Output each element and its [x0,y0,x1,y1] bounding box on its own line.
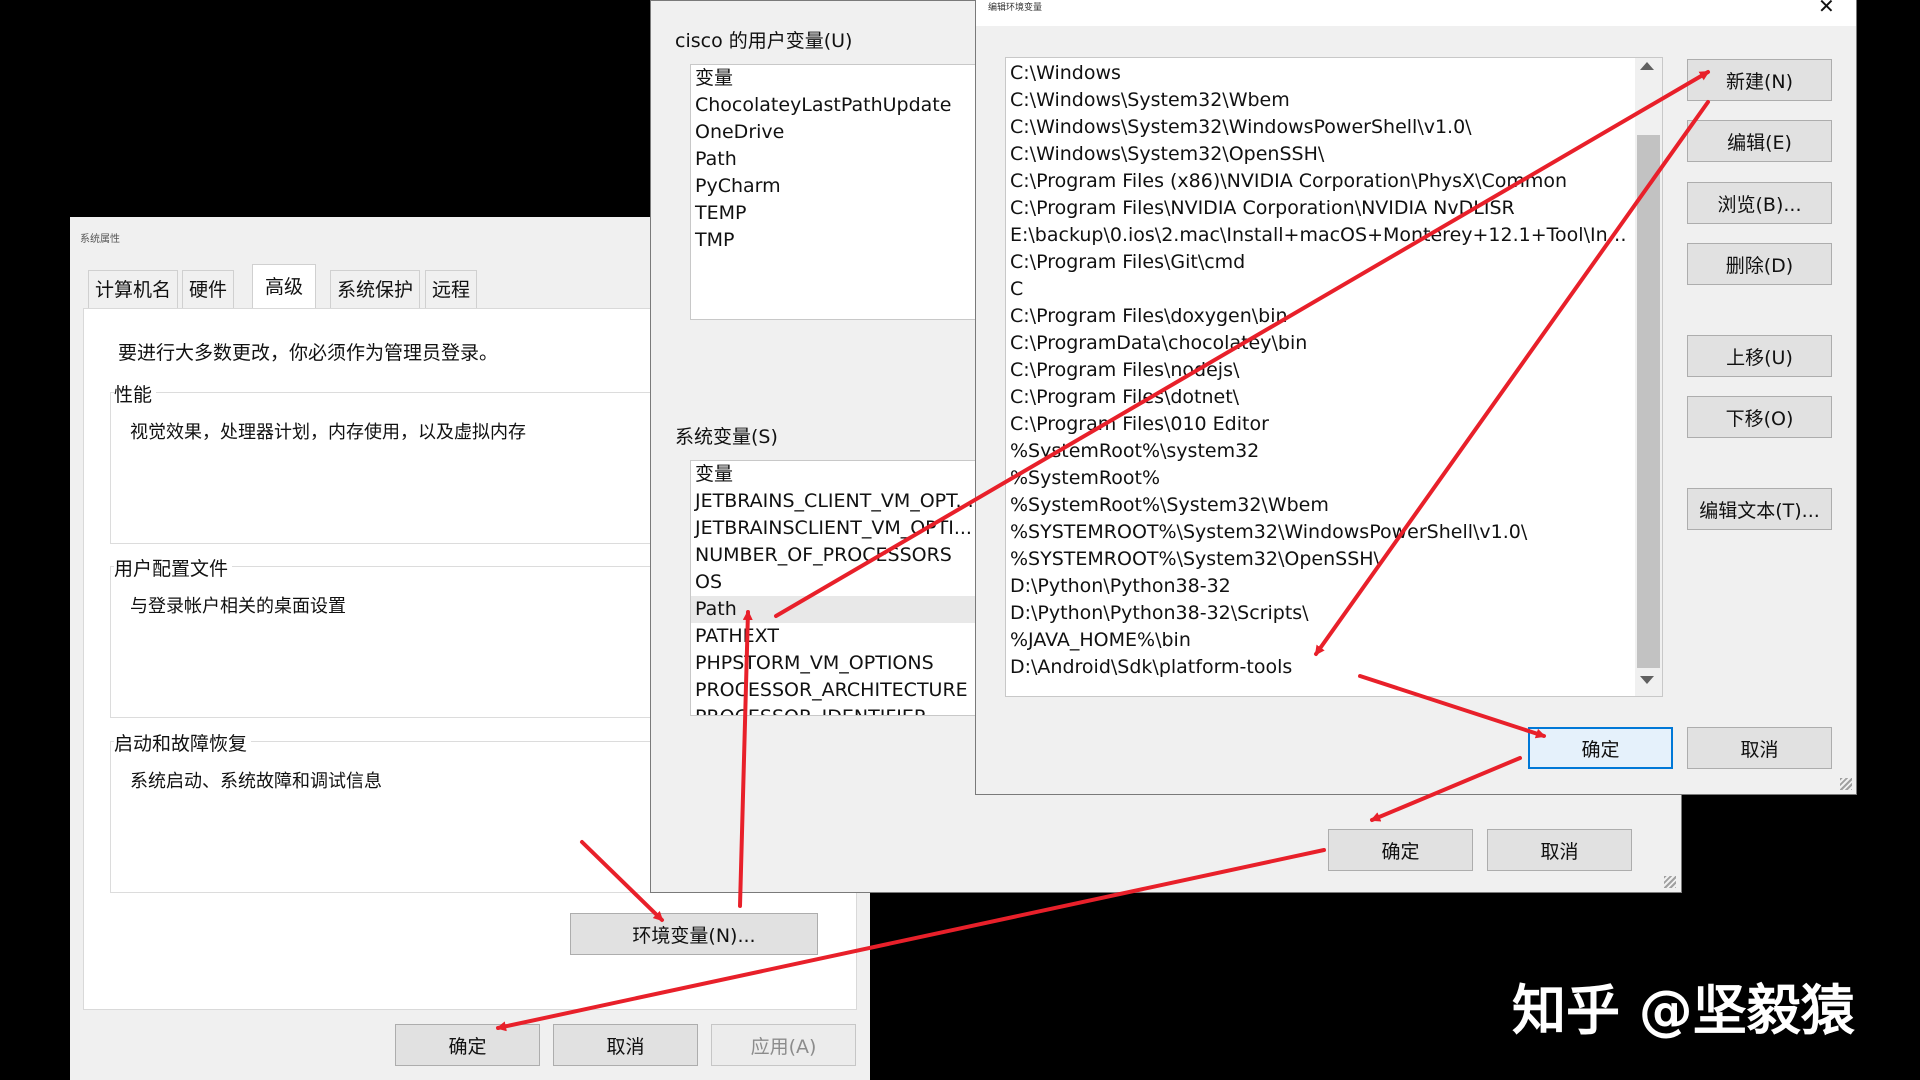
edit-text-button[interactable]: 编辑文本(T)... [1687,488,1832,530]
close-icon[interactable]: ✕ [1818,0,1835,18]
browse-button[interactable]: 浏览(B)... [1687,182,1832,224]
delete-button[interactable]: 删除(D) [1687,243,1832,285]
tab-computer-name[interactable]: 计算机名 [88,270,179,309]
system-vars-section-label: 系统变量(S) [675,426,778,448]
system-var-row-selected[interactable]: Path [691,596,1009,623]
path-entry[interactable]: %SystemRoot%\system32 [1006,438,1630,465]
path-entry[interactable]: D:\Python\Python38-32\Scripts\ [1006,600,1630,627]
path-entry[interactable]: %SYSTEMROOT%\System32\WindowsPowerShell\… [1006,519,1630,546]
path-entry[interactable]: C:\Program Files\dotnet\ [1006,384,1630,411]
path-entry[interactable]: C:\Program Files\doxygen\bin [1006,303,1630,330]
env-vars-ok-button[interactable]: 确定 [1328,829,1473,871]
path-entry[interactable]: C:\Program Files\010 Editor [1006,411,1630,438]
path-entries-list: C:\Windows C:\Windows\System32\Wbem C:\W… [1005,57,1663,697]
path-entry[interactable]: %JAVA_HOME%\bin [1006,627,1630,654]
user-profile-title: 用户配置文件 [114,554,233,581]
system-var-row[interactable]: JETBRAINSCLIENT_VM_OPTI... [691,515,1009,542]
tab-system-protection[interactable]: 系统保护 [330,270,421,309]
admin-notice: 要进行大多数更改，你必须作为管理员登录。 [118,342,499,364]
system-var-row[interactable]: JETBRAINS_CLIENT_VM_OPT... [691,488,1009,515]
system-var-row[interactable]: PATHEXT [691,623,1009,650]
user-vars-header: 变量 [695,67,734,89]
system-var-row[interactable]: PROCESSOR_ARCHITECTURE [691,677,1009,704]
user-var-row[interactable]: TMP [691,227,1009,254]
new-button[interactable]: 新建(N) [1687,59,1832,101]
path-entry[interactable]: C:\Windows\System32\WindowsPowerShell\v1… [1006,114,1630,141]
path-entry[interactable]: C:\Windows\System32\OpenSSH\ [1006,141,1630,168]
environment-variables-button[interactable]: 环境变量(N)... [570,913,818,955]
scroll-down-icon[interactable] [1640,676,1654,684]
user-var-row[interactable]: Path [691,146,1009,173]
path-rows-container: C:\Windows C:\Windows\System32\Wbem C:\W… [1006,58,1662,681]
path-list-scroll-thumb[interactable] [1637,135,1660,668]
system-properties-title: 系统属性 [80,234,120,245]
startup-title: 启动和故障恢复 [114,729,252,756]
tab-advanced[interactable]: 高级 [252,264,317,309]
performance-title: 性能 [114,380,157,407]
user-vars-list: 变量 ChocolateyLastPathUpdate OneDrive Pat… [690,64,1010,320]
user-var-row[interactable]: ChocolateyLastPathUpdate [691,92,1009,119]
edit-button[interactable]: 编辑(E) [1687,120,1832,162]
tab-remote[interactable]: 远程 [425,270,478,309]
system-var-row[interactable]: OS [691,569,1009,596]
path-entry[interactable]: C:\Program Files\NVIDIA Corporation\NVID… [1006,195,1630,222]
env-vars-cancel-button[interactable]: 取消 [1487,829,1632,871]
edit-env-title: 编辑环境变量 [988,3,1043,13]
user-var-row[interactable]: TEMP [691,200,1009,227]
user-profile-desc: 与登录帐户相关的桌面设置 [130,596,346,617]
edit-env-cancel-button[interactable]: 取消 [1687,727,1832,769]
path-entry[interactable]: C:\ProgramData\chocolatey\bin [1006,330,1630,357]
move-up-button[interactable]: 上移(U) [1687,335,1832,377]
path-entry[interactable]: C:\Windows [1006,60,1630,87]
sys-props-ok-button[interactable]: 确定 [395,1024,540,1066]
scroll-up-icon[interactable] [1640,62,1654,70]
resize-grip-icon[interactable] [1664,876,1676,888]
user-var-row[interactable]: OneDrive [691,119,1009,146]
path-entry[interactable]: %SystemRoot% [1006,465,1630,492]
path-entry[interactable]: C [1006,276,1630,303]
watermark: 知乎 @坚毅猿 [1512,979,1855,1042]
edit-env-ok-button[interactable]: 确定 [1528,727,1673,769]
sys-props-apply-button[interactable]: 应用(A) [711,1024,856,1066]
user-vars-section-label: cisco 的用户变量(U) [675,30,853,52]
user-var-row[interactable]: PyCharm [691,173,1009,200]
sys-props-cancel-button[interactable]: 取消 [553,1024,698,1066]
path-entry[interactable]: C:\Program Files\Git\cmd [1006,249,1630,276]
system-var-row[interactable]: PHPSTORM_VM_OPTIONS [691,650,1009,677]
path-entry[interactable]: D:\Python\Python38-32 [1006,573,1630,600]
system-vars-list: 变量 JETBRAINS_CLIENT_VM_OPT... JETBRAINSC… [690,460,1010,716]
path-entry[interactable]: %SystemRoot%\System32\Wbem [1006,492,1630,519]
edit-env-resize-grip-icon[interactable] [1840,778,1852,790]
performance-desc: 视觉效果，处理器计划，内存使用，以及虚拟内存 [130,422,526,443]
startup-desc: 系统启动、系统故障和调试信息 [130,771,382,792]
system-vars-header: 变量 [695,463,734,485]
path-entry[interactable]: D:\Android\Sdk\platform-tools [1006,654,1630,681]
edit-env-title-bar [976,0,1856,26]
path-entry[interactable]: E:\backup\0.ios\2.mac\Install+macOS+Mont… [1006,222,1630,249]
path-entry[interactable]: C:\Program Files (x86)\NVIDIA Corporatio… [1006,168,1630,195]
system-var-row[interactable]: PROCESSOR_IDENTIFIER [691,704,1009,715]
path-entry[interactable]: %SYSTEMROOT%\System32\OpenSSH\ [1006,546,1630,573]
path-entry[interactable]: C:\Program Files\nodejs\ [1006,357,1630,384]
tab-hardware[interactable]: 硬件 [182,270,235,309]
path-entry[interactable]: C:\Windows\System32\Wbem [1006,87,1630,114]
system-var-row[interactable]: NUMBER_OF_PROCESSORS [691,542,1009,569]
move-down-button[interactable]: 下移(O) [1687,396,1832,438]
